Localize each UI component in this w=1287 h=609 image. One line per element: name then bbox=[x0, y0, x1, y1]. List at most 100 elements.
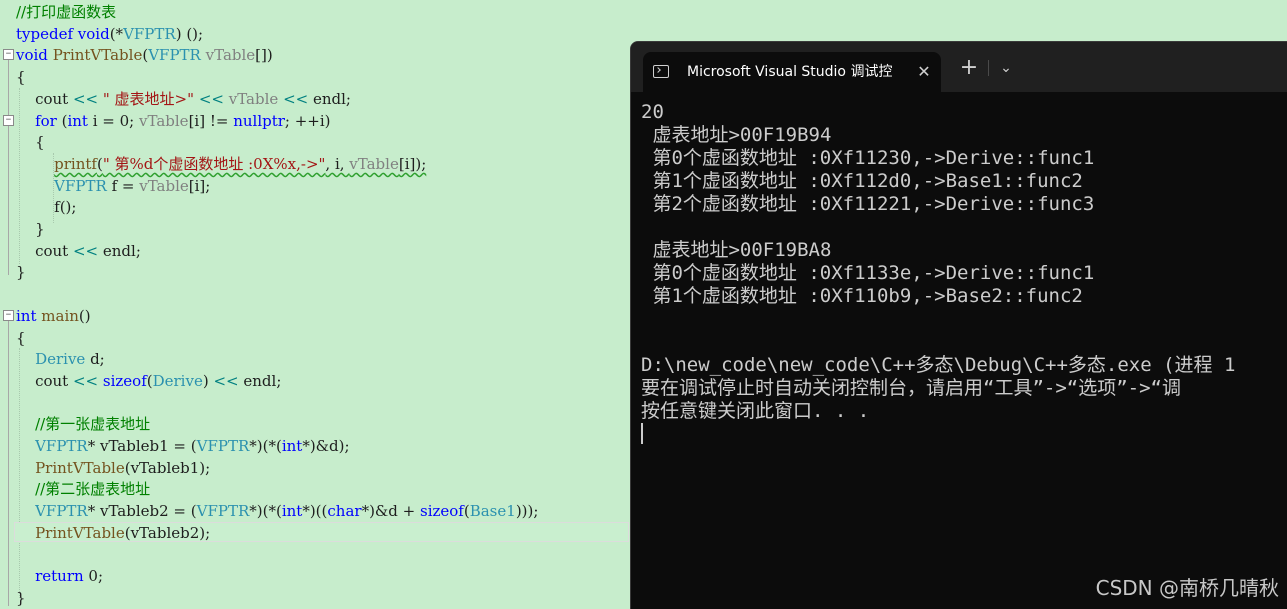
code-token: 0; bbox=[83, 567, 104, 586]
terminal-icon bbox=[653, 65, 669, 78]
code-line: return 0; bbox=[16, 566, 103, 587]
code-line: typedef void(*VFPTR) (); bbox=[16, 24, 203, 45]
code-token: cout bbox=[16, 241, 73, 260]
code-token: VFPTR bbox=[35, 502, 88, 521]
code-token: { bbox=[16, 68, 26, 87]
code-token: Derive bbox=[152, 371, 203, 390]
code-line: cout << " 虚表地址>" << vTable << endl; bbox=[16, 89, 351, 110]
code-token: //第二张虚表地址 bbox=[35, 480, 151, 499]
code-token: ( bbox=[56, 111, 68, 130]
watermark: CSDN @南桥几晴秋 bbox=[1095, 576, 1279, 600]
code-token: VFPTR bbox=[196, 437, 250, 455]
code-line: for (int i = 0; vTable[i] != nullptr; ++… bbox=[16, 111, 330, 132]
code-token: << bbox=[213, 371, 239, 390]
fold-guide bbox=[8, 60, 9, 275]
code-line: //第一张虚表地址 bbox=[16, 414, 150, 435]
code-token: * vTableb1 = ( bbox=[87, 437, 197, 455]
screen: − − − //打印虚函数表 typedef void(*VFPTR) (); vo… bbox=[0, 0, 1287, 609]
close-icon[interactable]: ✕ bbox=[913, 61, 935, 83]
tab-separator bbox=[988, 60, 989, 76]
code-line: } bbox=[16, 588, 26, 609]
code-token: { bbox=[16, 328, 26, 347]
code-line: //第二张虚表地址 bbox=[16, 479, 150, 500]
code-line: VFPTR f = vTable[i]; bbox=[16, 176, 210, 197]
code-token: sizeof bbox=[420, 502, 464, 521]
chevron-down-icon[interactable]: ⌄ bbox=[995, 56, 1017, 80]
code-line: //打印虚函数表 bbox=[16, 2, 116, 23]
code-line: PrintVTable(vTableb1); bbox=[16, 458, 210, 479]
code-token: (* bbox=[109, 24, 124, 43]
code-token: vTable bbox=[205, 46, 256, 65]
code-token: //第一张虚表地址 bbox=[35, 415, 151, 434]
code-token: endl; bbox=[308, 89, 351, 108]
code-token: VFPTR bbox=[148, 46, 201, 65]
code-line: { bbox=[16, 67, 26, 88]
code-token: ))); bbox=[515, 502, 539, 521]
code-token: *)(*( bbox=[249, 502, 282, 521]
code-token: } bbox=[16, 220, 45, 238]
code-token: } bbox=[16, 263, 26, 282]
code-token: Base1 bbox=[469, 502, 516, 521]
code-token: Derive bbox=[35, 350, 86, 369]
code-token: endl; bbox=[98, 241, 141, 260]
outlining-margin: − − − bbox=[0, 0, 15, 609]
code-token: << bbox=[72, 89, 99, 108]
code-token: PrintVTable bbox=[35, 458, 125, 477]
code-token: (vTableb1); bbox=[124, 458, 211, 477]
code-token: , i, bbox=[325, 154, 350, 173]
code-token: [i]); bbox=[398, 154, 427, 173]
code-token: void bbox=[77, 24, 110, 43]
new-tab-button[interactable]: + bbox=[957, 56, 981, 80]
console-tab[interactable]: Microsoft Visual Studio 调试控 ✕ bbox=[643, 52, 941, 92]
code-token: VFPTR bbox=[35, 437, 88, 455]
code-line: cout << sizeof(Derive) << endl; bbox=[16, 371, 281, 392]
fold-guide bbox=[8, 321, 9, 606]
code-token: cout bbox=[16, 371, 73, 390]
code-token: main bbox=[41, 306, 79, 325]
tab-title: Microsoft Visual Studio 调试控 bbox=[687, 64, 893, 80]
code-line: VFPTR* vTableb1 = (VFPTR*)(*(int*)&d); bbox=[16, 436, 349, 457]
code-token: //打印虚函数表 bbox=[16, 3, 117, 21]
code-token: vTable bbox=[349, 154, 399, 173]
collapse-icon[interactable]: − bbox=[3, 49, 14, 60]
code-token: [i] != bbox=[188, 111, 234, 130]
code-line: f(); bbox=[16, 197, 76, 218]
code-token: ) (); bbox=[175, 24, 204, 43]
console-titlebar: Microsoft Visual Studio 调试控 ✕ + ⌄ bbox=[631, 42, 1287, 92]
console-line: 第2个虚函数地址 :0Xf11221,->Derive::func3 bbox=[641, 193, 1095, 215]
code-token: int bbox=[16, 306, 37, 325]
code-token: f(); bbox=[16, 198, 77, 217]
code-token: << bbox=[72, 371, 99, 390]
code-token: (vTableb2); bbox=[124, 523, 211, 542]
code-token: ) bbox=[202, 371, 214, 390]
code-line: cout << endl; bbox=[16, 241, 141, 262]
code-token: return bbox=[35, 567, 84, 586]
collapse-icon[interactable]: − bbox=[3, 115, 14, 126]
code-token: for bbox=[35, 111, 57, 130]
code-token: vTable bbox=[139, 176, 189, 195]
code-line: PrintVTable(vTableb2); bbox=[16, 523, 210, 544]
code-token: vTable bbox=[228, 89, 279, 108]
collapse-icon[interactable]: − bbox=[3, 310, 14, 321]
code-token: typedef bbox=[16, 24, 74, 43]
code-token: endl; bbox=[238, 371, 282, 390]
code-token: { bbox=[16, 133, 45, 152]
code-token: int bbox=[281, 437, 303, 455]
code-line: } bbox=[16, 262, 26, 283]
code-line: int main() bbox=[16, 306, 91, 327]
code-token: * vTableb2 = ( bbox=[87, 502, 197, 521]
console-line: 20 bbox=[641, 101, 664, 123]
code-token: cout bbox=[16, 89, 73, 108]
console-window[interactable]: Microsoft Visual Studio 调试控 ✕ + ⌄ 20 虚表地… bbox=[630, 41, 1287, 609]
code-token: VFPTR bbox=[123, 24, 176, 43]
code-line: } bbox=[16, 219, 45, 240]
code-token: *)(*( bbox=[249, 437, 282, 455]
